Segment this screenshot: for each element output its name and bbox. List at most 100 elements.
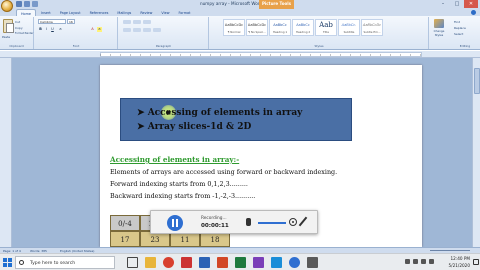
maximize-button[interactable]: □ [450,0,464,8]
search-placeholder: Type here to search [30,260,76,266]
style-heading-2[interactable]: AaBbCc Heading 2 [292,19,314,36]
pen-icon[interactable] [298,216,308,227]
style-subtle-emphasis[interactable]: AaBbCcDc Subtle Em... [361,19,383,36]
app-icon[interactable] [253,257,264,268]
arrow-bullet-icon: ➤ [137,108,148,118]
style-no-spacing[interactable]: AaBbCcDc ¶ No Spaci... [246,19,268,36]
task-view-icon[interactable] [127,257,138,268]
taskbar-search-box[interactable]: Type here to search [15,256,115,269]
tab-home[interactable]: Home [16,9,37,16]
undo-icon[interactable] [24,1,30,7]
tray-chevron-icon[interactable] [405,259,410,264]
volume-level-bar[interactable] [258,222,286,224]
windows-logo-icon [8,258,12,262]
webcam-icon[interactable] [289,218,297,226]
clock-time[interactable]: 12:40 PM [450,256,470,261]
tab-mailings[interactable]: Mailings [113,9,135,16]
font-size-select[interactable]: 16 [67,19,75,24]
save-icon[interactable] [16,1,22,7]
tab-references[interactable]: References [86,9,113,16]
tab-view[interactable]: View [157,9,173,16]
style-sample: AaBbCcDc [224,23,244,27]
quick-access-toolbar[interactable] [16,1,38,8]
start-button[interactable] [3,258,12,267]
underline-button[interactable]: U [50,27,55,32]
copy-button[interactable]: Copy [15,26,23,30]
excel-icon[interactable] [235,257,246,268]
editing-label: Editing [459,44,471,48]
font-color-icon[interactable]: A [90,27,95,32]
align-right-icon[interactable] [143,28,151,32]
find-button[interactable]: Find [454,20,460,24]
bold-button[interactable]: B [38,27,43,32]
change-styles-button[interactable]: Change Styles [431,19,447,43]
tab-page-layout[interactable]: Page Layout [56,9,85,16]
ribbon: Paste Cut Copy Format Painter Clipboard … [0,16,480,50]
cut-button[interactable]: Cut [15,20,20,24]
powerpoint-icon[interactable] [217,257,228,268]
style-title[interactable]: Aab Title [315,19,337,36]
style-name: Heading 1 [272,30,288,34]
minimize-button[interactable]: – [436,0,450,8]
align-center-icon[interactable] [133,28,141,32]
clock-date[interactable]: 5/21/2020 [449,263,470,268]
help-icon[interactable] [471,10,476,15]
multilevel-list-icon[interactable] [143,20,151,24]
paste-icon[interactable] [3,19,14,33]
style-sample: AaBbCc [296,23,310,27]
format-painter-button[interactable]: Format Painter [15,32,33,35]
replace-button[interactable]: Replace [454,26,466,30]
vertical-ruler [0,58,12,247]
tab-insert[interactable]: Insert [37,9,55,16]
italic-button[interactable]: I [44,27,49,32]
scrollbar-thumb[interactable] [474,68,480,94]
bullet-text: Accessing of elements in array [147,108,303,118]
numbering-icon[interactable] [133,20,141,24]
highlight-icon[interactable]: a [97,27,102,32]
search-icon [19,260,24,265]
style-heading-1[interactable]: AaBbCc Heading 1 [269,19,291,36]
battery-icon[interactable] [429,259,434,264]
clipboard-group: Paste Cut Copy Format Painter Clipboard [0,17,34,49]
strikethrough-button[interactable]: a [58,27,63,32]
style-name: Subtitle [343,30,355,34]
font-name-select[interactable]: Cambria [38,19,66,24]
align-left-icon[interactable] [123,28,131,32]
app-icon[interactable] [271,257,282,268]
style-subtitle[interactable]: AaBbCc. Subtitle [338,19,360,36]
pasted-slide-picture[interactable]: ➤ Accessing of elements in array ➤ Array… [120,98,352,141]
index-cell: 0/-4 [110,215,140,231]
windows-taskbar: Type here to search 12:40 PM 5/21/2020 [0,253,480,270]
tab-format[interactable]: Format [174,9,194,16]
zoom-slider[interactable] [430,250,470,251]
volume-icon[interactable] [421,259,426,264]
justify-icon[interactable] [153,28,161,32]
bullets-icon[interactable] [123,20,131,24]
pause-recording-button[interactable] [167,215,183,231]
paste-button[interactable]: Paste [2,35,10,39]
network-icon[interactable] [413,259,418,264]
style-normal[interactable]: AaBbCcDc ¶ Normal [223,19,245,36]
recorder-app-icon[interactable] [289,257,300,268]
ruler[interactable] [0,51,480,58]
vertical-scrollbar[interactable] [472,58,480,247]
tab-review[interactable]: Review [136,9,156,16]
window-title: numpy array - Microsoft Word [200,1,263,6]
microphone-icon[interactable] [246,218,251,226]
select-button[interactable]: Select [454,32,463,36]
pdf-reader-icon[interactable] [181,257,192,268]
app-icon[interactable] [307,257,318,268]
redo-icon[interactable] [32,1,38,7]
notifications-icon[interactable] [473,259,479,265]
office-button[interactable] [1,0,13,12]
file-explorer-icon[interactable] [145,257,156,268]
paragraph-line: Elements of arrays are accessed using fo… [110,168,338,176]
chrome-icon[interactable] [163,257,174,268]
style-sample: AaBbCcDc [247,23,267,27]
word-icon[interactable] [199,257,210,268]
recording-timer: 00:00:11 [201,223,229,229]
title-bar: numpy array - Microsoft Word Picture Too… [0,0,480,9]
close-button[interactable]: ✕ [464,0,478,8]
styles-label: Styles [314,44,324,48]
paragraph-line: Backward indexing starts from -1,-2,-3..… [110,192,256,200]
